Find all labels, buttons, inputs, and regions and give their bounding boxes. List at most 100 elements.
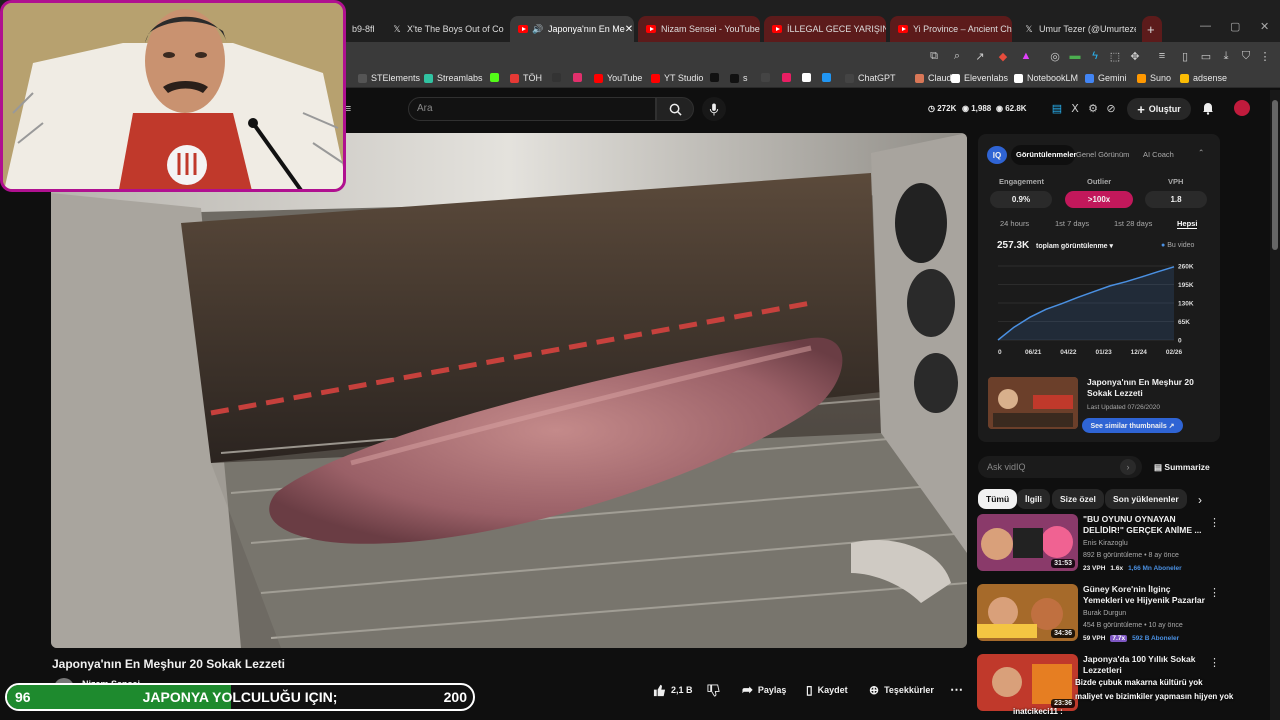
more-icon[interactable]: ⋮ <box>1258 49 1272 63</box>
similar-thumbnails-button[interactable]: See similar thumbnails ↗ <box>1082 418 1183 433</box>
bookmark-item[interactable]: Streamlabs <box>424 73 483 83</box>
bookmark-item[interactable] <box>490 73 503 82</box>
thanks-button[interactable]: ⊕ Teşekkürler <box>869 680 934 700</box>
vidiq-tab-overview[interactable]: Genel Görünüm <box>1076 150 1129 159</box>
bookmark-item[interactable]: TÖH <box>510 73 542 83</box>
close-tab-icon[interactable]: ✕ <box>625 24 633 35</box>
extension-icon[interactable]: ◎ <box>1048 49 1062 63</box>
puzzle-icon[interactable]: ✥ <box>1128 49 1142 63</box>
search-button[interactable] <box>656 97 694 121</box>
new-tab-button[interactable]: + <box>1142 16 1162 42</box>
save-button[interactable]: ▯ Kaydet <box>806 680 848 700</box>
more-icon[interactable]: ⋮ <box>1209 656 1220 669</box>
dislike-button[interactable] <box>707 680 720 700</box>
extension-icon[interactable]: ⬚ <box>1108 49 1122 63</box>
install-icon[interactable]: ⧉ <box>927 49 941 63</box>
send-icon[interactable]: › <box>1120 459 1136 475</box>
bookmark-item[interactable]: YT Studio <box>651 73 703 83</box>
video-player[interactable] <box>51 133 967 648</box>
minimize-button[interactable]: — <box>1200 20 1211 32</box>
views-line-chart: 0 65K 130K 195K 260K 0 06/21 04/22 01/23 12/24 02/… <box>997 264 1194 356</box>
vidiq-tab-views[interactable]: Görüntülenmeler <box>1016 150 1076 159</box>
browser-tab[interactable]: 𝕏 X'te The Boys Out of Cont <box>384 16 504 42</box>
download-icon[interactable]: ⤓ <box>1219 49 1233 63</box>
bookmark-item[interactable]: NotebookLM <box>1014 73 1078 83</box>
vidiq-tab-ai-coach[interactable]: AI Coach <box>1143 150 1174 159</box>
menu-icon[interactable]: ≡ <box>1155 49 1169 63</box>
share-button[interactable]: ➦ Paylaş <box>742 680 786 700</box>
close-window-button[interactable]: ✕ <box>1260 20 1269 33</box>
browser-tab[interactable]: b9-8fb <box>344 16 374 42</box>
summarize-button[interactable]: ▤ Summarize <box>1154 462 1210 473</box>
vidiq-icon[interactable]: ▤ <box>1050 101 1064 115</box>
bookmark-item[interactable]: Suno <box>1137 73 1171 83</box>
browser-tab[interactable]: İLLEGAL GECE YARIŞINA K <box>764 16 886 42</box>
vidiq-icon[interactable]: 𝖷 <box>1068 101 1082 115</box>
period-7d[interactable]: 1st 7 days <box>1055 219 1089 228</box>
browser-tab-active[interactable]: 🔊 Japonya'nın En Me ✕ <box>510 16 634 42</box>
search-input[interactable]: Ara <box>408 97 656 121</box>
bookmark-item[interactable] <box>822 73 835 82</box>
browser-tab[interactable]: Nizam Sensei - YouTube <box>638 16 760 42</box>
y-tick-label: 260K <box>1178 264 1194 271</box>
maximize-button[interactable]: ▢ <box>1230 20 1240 33</box>
chip-related[interactable]: İlgili <box>1017 489 1050 509</box>
more-icon[interactable]: ⋮ <box>1209 586 1220 599</box>
chip-recent[interactable]: Son yüklenenler <box>1105 489 1187 509</box>
list-item[interactable]: 31:53 "BU OYUNU OYNAYAN DELİDİR!" GERÇEK… <box>977 514 1227 574</box>
ask-vidiq-input[interactable]: Ask vidIQ <box>978 456 1142 478</box>
chevron-right-icon[interactable]: › <box>1198 493 1202 507</box>
bookmark-favicon-icon <box>730 73 739 83</box>
bookmark-item[interactable] <box>573 73 586 82</box>
rec-channel[interactable]: Enis Kirazoglu <box>1083 540 1128 547</box>
chevron-down-icon: ▾ <box>1109 243 1114 250</box>
extension-icon[interactable]: ▬ <box>1068 49 1082 63</box>
duration-badge: 34:36 <box>1051 629 1075 638</box>
scrollbar[interactable] <box>1270 90 1280 720</box>
sidebar-icon[interactable]: ▯ <box>1178 49 1192 63</box>
chip-for-you[interactable]: Size özel <box>1052 489 1104 509</box>
extension-icon[interactable]: ▲ <box>1019 49 1033 63</box>
browser-tab[interactable]: 𝕏 Umur Tezer (@Umurtezer) <box>1016 16 1136 42</box>
extension-icon[interactable]: ϟ <box>1088 49 1102 63</box>
chip-all[interactable]: Tümü <box>978 489 1018 509</box>
wallet-icon[interactable]: ▭ <box>1199 49 1213 63</box>
create-button[interactable]: + Oluştur <box>1127 98 1191 120</box>
period-all[interactable]: Hepsi <box>1177 219 1198 229</box>
period-28d[interactable]: 1st 28 days <box>1114 219 1152 228</box>
vidiq-icon[interactable]: ⊘ <box>1104 101 1118 115</box>
bookmark-favicon-icon <box>710 73 719 82</box>
list-item[interactable]: 34:36 Güney Kore'nin İlginç Yemekleri ve… <box>977 584 1227 644</box>
bookmark-item[interactable] <box>552 73 565 82</box>
bookmark-item[interactable]: Elevenlabs <box>951 73 1008 83</box>
bell-icon[interactable] <box>1201 101 1215 115</box>
rec-channel[interactable]: Burak Durgun <box>1083 610 1126 617</box>
zoom-icon[interactable]: ⌕ <box>950 49 964 63</box>
bookmark-item[interactable] <box>761 73 774 82</box>
bookmark-item[interactable]: s <box>730 73 748 83</box>
bookmark-item[interactable]: Gemini <box>1085 73 1127 83</box>
more-actions-button[interactable]: ⋯ <box>950 680 963 700</box>
vph-label: VPH <box>1168 177 1184 186</box>
bookmark-item[interactable]: STElements <box>358 73 420 83</box>
bookmark-item[interactable]: YouTube <box>594 73 642 83</box>
extension-icon[interactable]: ◆ <box>996 49 1010 63</box>
vidiq-icon[interactable]: ⚙ <box>1086 101 1100 115</box>
browser-tab[interactable]: Yi Province – Ancient Chin <box>890 16 1012 42</box>
period-24h[interactable]: 24 hours <box>1000 219 1029 228</box>
avatar[interactable] <box>1234 100 1250 116</box>
bookmark-item[interactable] <box>782 73 795 82</box>
bookmark-item[interactable]: adsense <box>1180 73 1227 83</box>
voice-search-button[interactable] <box>702 97 726 121</box>
more-icon[interactable]: ⋮ <box>1209 516 1220 529</box>
subs-stat: ◉ 1,988 <box>962 104 992 113</box>
share-icon[interactable]: ↗ <box>973 49 987 63</box>
bookmark-item[interactable] <box>710 73 723 82</box>
total-views-dropdown[interactable]: toplam görüntülenme ▾ <box>1036 242 1113 250</box>
bookmark-item[interactable] <box>802 73 815 82</box>
scrollbar-thumb[interactable] <box>1272 100 1278 250</box>
like-button[interactable]: 2,1 B <box>653 680 693 700</box>
shield-icon[interactable]: ⛉ <box>1239 49 1253 63</box>
bookmark-item[interactable]: ChatGPT <box>845 73 896 83</box>
chevron-up-icon[interactable]: ⌃ <box>1198 148 1204 157</box>
